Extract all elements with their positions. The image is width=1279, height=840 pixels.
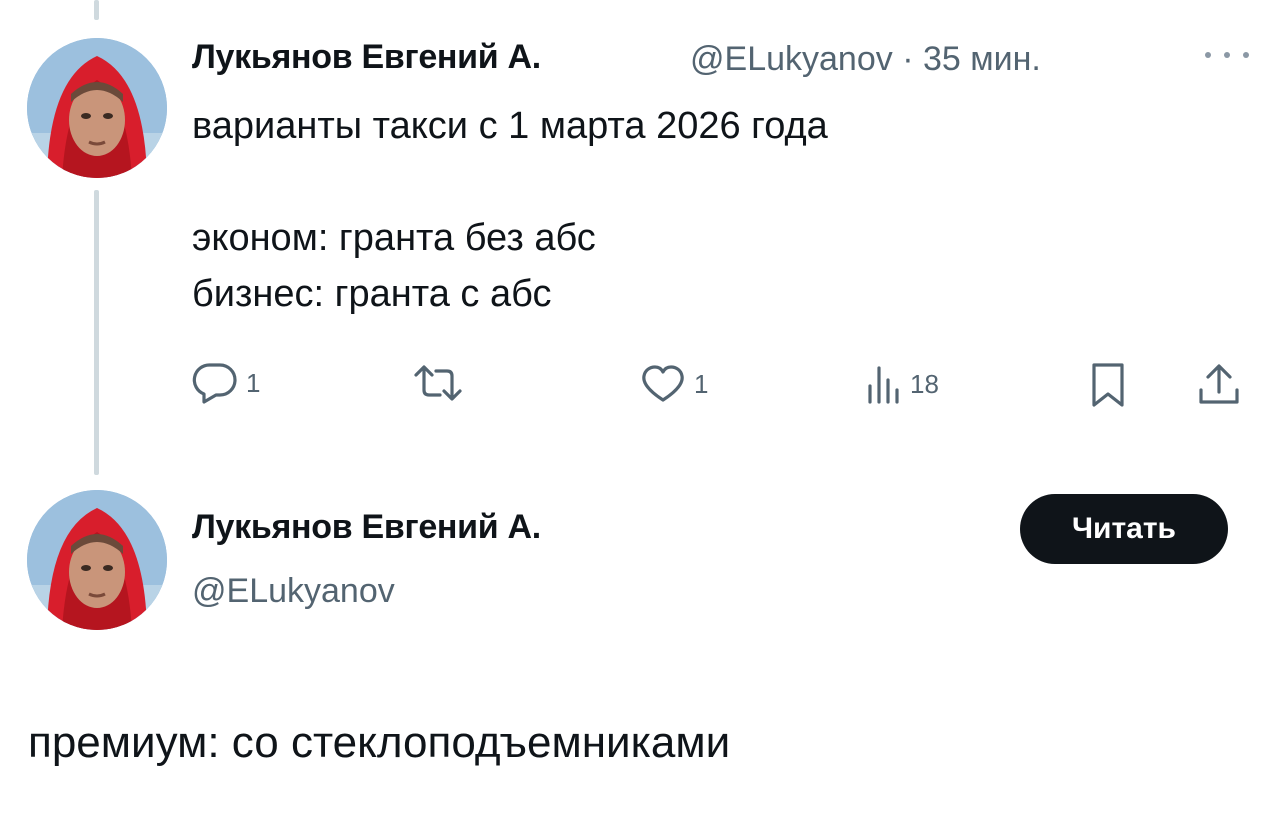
reply-button[interactable]: 1	[192, 362, 260, 404]
profile-avatar[interactable]	[27, 490, 167, 630]
profile-handle[interactable]: @ELukyanov	[192, 572, 395, 611]
author-name[interactable]: Лукьянов Евгений А.	[192, 38, 541, 77]
meta-separator: ·	[902, 40, 914, 78]
more-dots-icon[interactable]	[1205, 40, 1249, 70]
reply-count: 1	[246, 367, 261, 398]
share-icon	[1199, 364, 1239, 404]
tweet-meta: @ELukyanov · 35 мин.	[690, 40, 1041, 79]
thread-line	[94, 190, 99, 475]
author-handle[interactable]: @ELukyanov	[690, 40, 893, 78]
share-button[interactable]	[1196, 362, 1242, 408]
tweet-actions: 1 1 18	[0, 360, 1279, 410]
reply-text: премиум: со стеклоподъемниками	[28, 718, 731, 767]
views-bars-icon	[868, 366, 899, 404]
views-button[interactable]: 18	[866, 364, 939, 404]
reply-bubble-icon	[192, 363, 237, 404]
tweet-time[interactable]: 35 мин.	[923, 40, 1041, 78]
retweet-button[interactable]	[412, 364, 472, 402]
heart-icon	[642, 365, 684, 402]
avatar[interactable]	[27, 38, 167, 178]
retweet-icon	[414, 365, 462, 401]
bookmark-icon	[1092, 363, 1124, 407]
views-count: 18	[910, 368, 939, 399]
follow-button[interactable]: Читать	[1020, 494, 1228, 564]
like-count: 1	[694, 368, 709, 399]
thread-line-top	[94, 0, 99, 20]
bookmark-button[interactable]	[1090, 362, 1126, 408]
like-button[interactable]: 1	[640, 364, 708, 404]
profile-author-name[interactable]: Лукьянов Евгений А.	[192, 508, 541, 547]
tweet-text: варианты такси с 1 марта 2026 года эконо…	[192, 105, 828, 315]
